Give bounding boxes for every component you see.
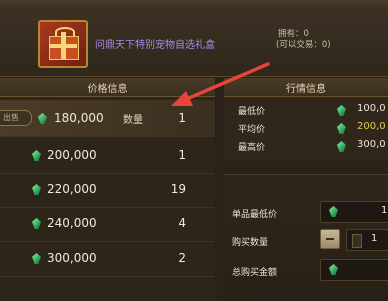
annotation-arrow-icon bbox=[171, 62, 270, 106]
